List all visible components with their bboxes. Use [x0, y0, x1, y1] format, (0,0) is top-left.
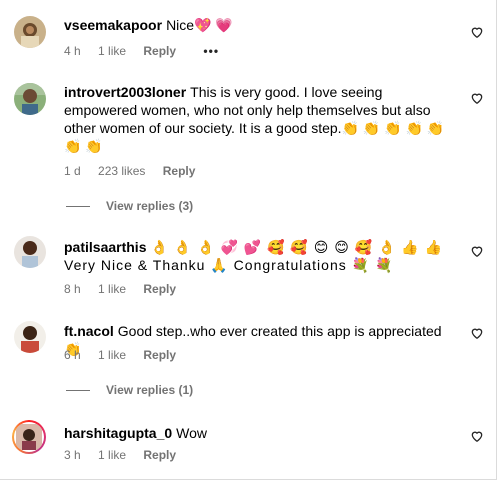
- divider: [66, 389, 90, 391]
- reply-button[interactable]: Reply: [143, 282, 176, 296]
- comment-likes[interactable]: 1 like: [98, 44, 126, 58]
- heart-outline-icon[interactable]: [470, 25, 484, 39]
- comment-text: Wow: [176, 425, 207, 441]
- view-replies-label: View replies (1): [106, 383, 194, 397]
- heart-outline-icon[interactable]: [470, 244, 484, 258]
- comment-username[interactable]: introvert2003loner: [64, 84, 186, 100]
- comment-likes[interactable]: 1 like: [98, 282, 126, 296]
- heart-outline-icon[interactable]: [470, 326, 484, 340]
- avatar[interactable]: [14, 83, 46, 115]
- avatar[interactable]: [14, 321, 46, 353]
- comment-likes[interactable]: 1 like: [98, 348, 126, 362]
- heart-outline-icon[interactable]: [470, 91, 484, 105]
- view-replies-label: View replies (3): [106, 199, 194, 213]
- avatar-story-ring[interactable]: [12, 420, 46, 454]
- comment-username[interactable]: ft.nacol: [64, 323, 114, 339]
- comment-time[interactable]: 4 h: [64, 44, 81, 58]
- comment-time[interactable]: 3 h: [64, 448, 81, 462]
- comment-time[interactable]: 8 h: [64, 282, 81, 296]
- divider: [66, 205, 90, 207]
- comment-time[interactable]: 1 d: [64, 164, 81, 178]
- comment-likes[interactable]: 1 like: [98, 448, 126, 462]
- reply-button[interactable]: Reply: [143, 44, 176, 58]
- comment-username[interactable]: patilsaarthis: [64, 239, 146, 255]
- comment-username[interactable]: harshitagupta_0: [64, 425, 172, 441]
- comment-text: Nice💖 💗: [166, 17, 233, 33]
- avatar[interactable]: [14, 16, 46, 48]
- avatar[interactable]: [14, 236, 46, 268]
- comment-username[interactable]: vseemakapoor: [64, 17, 162, 33]
- more-options-icon[interactable]: •••: [203, 44, 219, 58]
- view-replies-button[interactable]: View replies (3): [66, 199, 193, 213]
- reply-button[interactable]: Reply: [163, 164, 196, 178]
- avatar: [14, 422, 44, 452]
- reply-button[interactable]: Reply: [143, 348, 176, 362]
- comment-likes[interactable]: 223 likes: [98, 164, 145, 178]
- comment-time[interactable]: 6 h: [64, 348, 81, 362]
- heart-outline-icon[interactable]: [470, 429, 484, 443]
- reply-button[interactable]: Reply: [143, 448, 176, 462]
- view-replies-button[interactable]: View replies (1): [66, 383, 193, 397]
